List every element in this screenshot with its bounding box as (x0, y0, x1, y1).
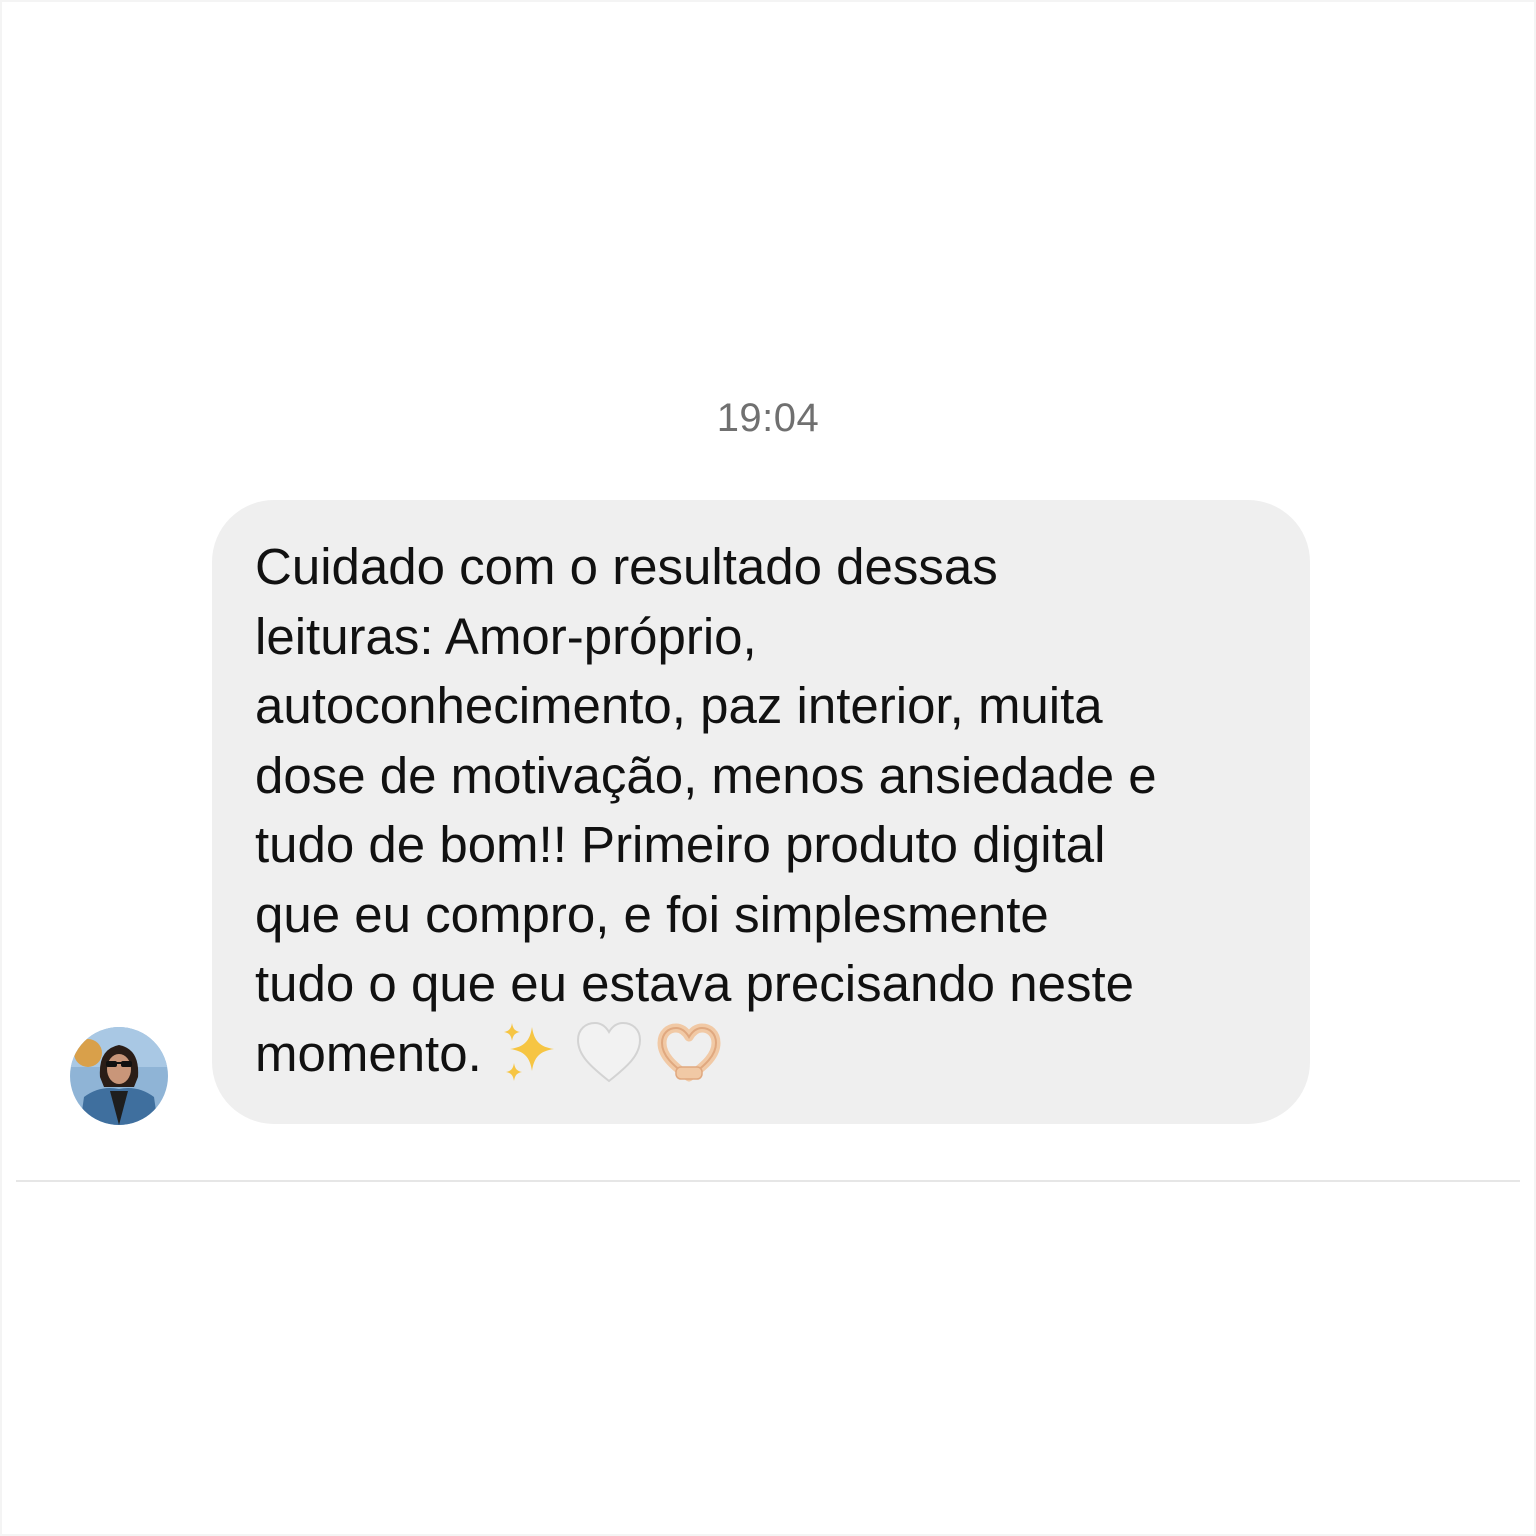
white-heart-icon (576, 1021, 641, 1082)
heart-hands-icon (657, 1023, 721, 1081)
sparkles-icon (503, 1022, 554, 1081)
message-timestamp: 19:04 (716, 396, 820, 440)
avatar-photo (70, 1027, 168, 1125)
message-body: Cuidado com o resultado dessas leituras:… (255, 538, 1157, 1082)
avatar[interactable] (70, 1027, 168, 1125)
emoji-group (498, 1019, 724, 1085)
divider (16, 1180, 1520, 1182)
message-bubble[interactable]: Cuidado com o resultado dessas leituras:… (212, 500, 1310, 1124)
message-text: Cuidado com o resultado dessas leituras:… (255, 532, 1270, 1088)
